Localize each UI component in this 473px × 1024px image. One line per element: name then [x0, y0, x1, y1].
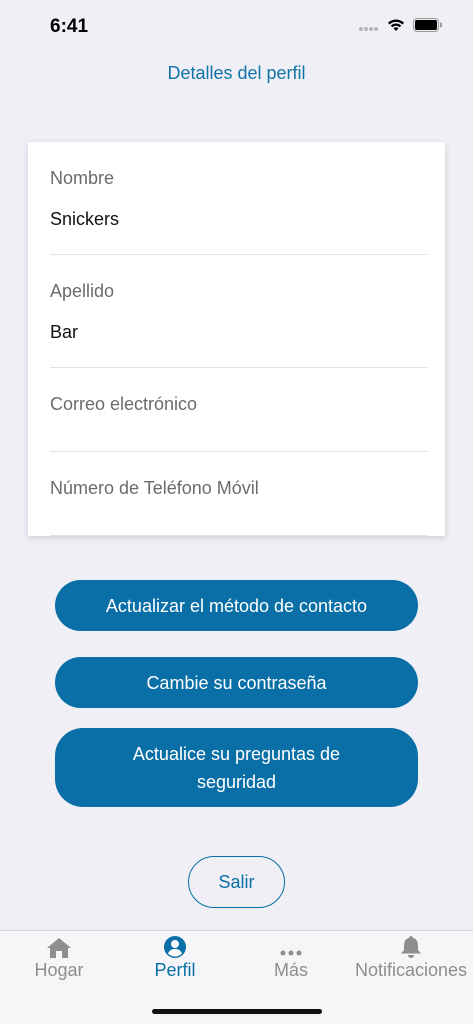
- page-title: Detalles del perfil: [167, 63, 306, 83]
- cellular-signal-icon: [359, 19, 379, 37]
- first-name-field: Nombre Snickers: [50, 168, 428, 230]
- tab-home[interactable]: Hogar: [0, 931, 118, 991]
- profile-icon: [116, 931, 234, 959]
- email-field: Correo electrónico: [50, 394, 428, 435]
- home-icon: [0, 931, 118, 959]
- bell-icon: [352, 931, 470, 959]
- first-name-value: Snickers: [50, 209, 120, 229]
- update-security-questions-button[interactable]: Actualice su preguntas de seguridad: [55, 728, 418, 807]
- tab-notifications[interactable]: Notificaciones: [352, 931, 470, 991]
- last-name-label: Apellido: [50, 281, 115, 301]
- tab-notifications-label: Notificaciones: [354, 960, 468, 980]
- status-time: 6:41: [50, 16, 89, 37]
- status-bar: 6:41: [0, 0, 473, 54]
- profile-details-card: Nombre Snickers Apellido Bar Correo elec…: [28, 142, 445, 536]
- update-contact-method-button[interactable]: Actualizar el método de contacto: [55, 580, 418, 631]
- divider: [50, 367, 428, 368]
- status-icons: [359, 18, 443, 37]
- tab-profile[interactable]: Perfil: [116, 931, 234, 991]
- tab-more-label: Más: [273, 960, 308, 980]
- divider: [50, 254, 428, 255]
- divider: [50, 451, 428, 452]
- logout-button[interactable]: Salir: [188, 856, 285, 908]
- mobile-phone-label: Número de Teléfono Móvil: [50, 478, 259, 498]
- email-label: Correo electrónico: [50, 394, 198, 414]
- more-icon: [232, 931, 350, 959]
- last-name-field: Apellido Bar: [50, 281, 428, 343]
- change-password-button[interactable]: Cambie su contraseña: [55, 657, 418, 708]
- wifi-icon: [387, 18, 405, 37]
- last-name-value: Bar: [50, 322, 79, 342]
- tab-more[interactable]: Más: [232, 931, 350, 991]
- divider: [50, 535, 428, 536]
- home-indicator: [152, 1009, 322, 1014]
- battery-icon: [413, 18, 443, 37]
- first-name-label: Nombre: [50, 168, 115, 188]
- mobile-phone-field: Número de Teléfono Móvil: [50, 478, 428, 519]
